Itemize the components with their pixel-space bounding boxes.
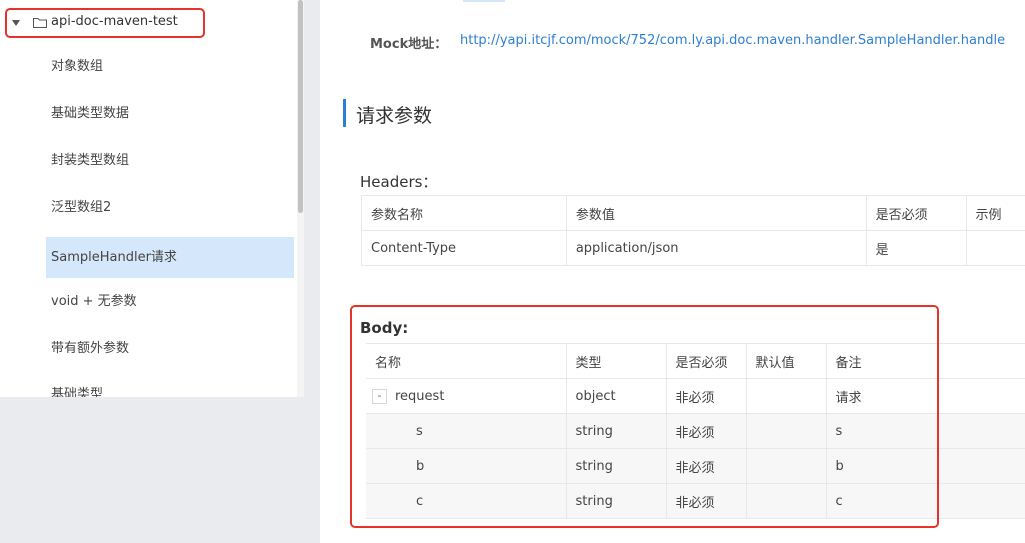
table-header-cell: 参数值: [565, 195, 867, 231]
table-header-row: 参数名称 参数值 是否必须 示例: [361, 195, 1025, 231]
top-tab-indicator: [463, 0, 505, 2]
table-cell: string: [565, 448, 667, 484]
table-cell-name: b: [366, 448, 567, 484]
table-cell: s: [825, 413, 1025, 449]
sidebar-item-label: 基础类型数据: [51, 106, 130, 121]
table-row: b string 非必须 b: [366, 448, 1025, 484]
table-cell: 非必须: [665, 378, 747, 414]
table-cell: 请求: [825, 378, 1025, 414]
sidebar-item-label: void + 无参数: [51, 294, 137, 309]
body-title: Body:: [360, 319, 409, 337]
table-cell: [745, 448, 827, 484]
table-row: Content-Type application/json 是: [361, 230, 1025, 266]
table-cell: 是: [865, 230, 967, 266]
table-header-cell: 示例: [965, 195, 1025, 231]
sidebar-item[interactable]: 封装类型数组: [46, 140, 294, 181]
body-table: 名称 类型 是否必须 默认值 备注 - request object 非必须 请求…: [366, 343, 1025, 519]
section-accent-bar: [343, 99, 346, 127]
table-cell: string: [565, 483, 667, 519]
table-cell: object: [565, 378, 667, 414]
sidebar-item-label: 对象数组: [51, 59, 104, 74]
sidebar-tree: api-doc-maven-test 对象数组 基础类型数据 封装类型数组 泛型…: [0, 0, 304, 397]
sidebar-item-label: 封装类型数组: [51, 153, 130, 168]
sidebar-item-label: 带有额外参数: [51, 341, 130, 356]
table-cell: [745, 378, 827, 414]
field-name: request: [395, 388, 445, 404]
sidebar-item-label: SampleHandler请求: [51, 250, 177, 265]
table-header-cell: 类型: [565, 343, 667, 379]
table-header-cell: 是否必须: [865, 195, 967, 231]
table-cell-name: s: [366, 413, 567, 449]
sidebar-item[interactable]: 带有额外参数: [46, 328, 294, 369]
sidebar-item[interactable]: void + 无参数: [46, 281, 294, 322]
mock-url-label: Mock地址：: [370, 37, 448, 52]
sidebar-item-active[interactable]: SampleHandler请求: [46, 237, 294, 278]
sidebar-item[interactable]: 泛型数组2: [46, 187, 294, 228]
table-row: c string 非必须 c: [366, 483, 1025, 519]
scrollbar-thumb[interactable]: [298, 0, 303, 213]
sidebar-item[interactable]: 基础类型: [46, 374, 294, 397]
tree-root-highlight: [5, 8, 205, 38]
headers-title: Headers：: [360, 173, 438, 191]
table-cell: [745, 413, 827, 449]
sidebar-item[interactable]: 对象数组: [46, 46, 294, 87]
table-header-cell: 默认值: [745, 343, 827, 379]
table-cell: [965, 230, 1025, 266]
sidebar-item[interactable]: 基础类型数据: [46, 93, 294, 134]
section-title-request-params: 请求参数: [356, 105, 433, 127]
table-cell: string: [565, 413, 667, 449]
table-cell-name: c: [366, 483, 567, 519]
table-cell-name: - request: [366, 378, 567, 414]
table-cell: b: [825, 448, 1025, 484]
table-cell: 非必须: [665, 413, 747, 449]
table-header-cell: 名称: [366, 343, 567, 379]
table-header-cell: 备注: [825, 343, 1025, 379]
table-row: s string 非必须 s: [366, 413, 1025, 449]
table-cell: application/json: [565, 230, 867, 266]
mock-url-link[interactable]: http://yapi.itcjf.com/mock/752/com.ly.ap…: [460, 33, 1005, 48]
table-cell: 非必须: [665, 483, 747, 519]
collapse-toggle-button[interactable]: -: [372, 388, 387, 404]
table-cell: [745, 483, 827, 519]
table-header-row: 名称 类型 是否必须 默认值 备注: [366, 343, 1025, 379]
sidebar-item-label: 泛型数组2: [51, 200, 112, 215]
table-cell: c: [825, 483, 1025, 519]
table-row: - request object 非必须 请求: [366, 378, 1025, 414]
table-header-cell: 参数名称: [361, 195, 567, 231]
table-cell: 非必须: [665, 448, 747, 484]
headers-table: 参数名称 参数值 是否必须 示例 Content-Type applicatio…: [361, 195, 1025, 266]
table-cell: Content-Type: [361, 230, 567, 266]
table-header-cell: 是否必须: [665, 343, 747, 379]
sidebar-item-label: 基础类型: [51, 387, 104, 397]
